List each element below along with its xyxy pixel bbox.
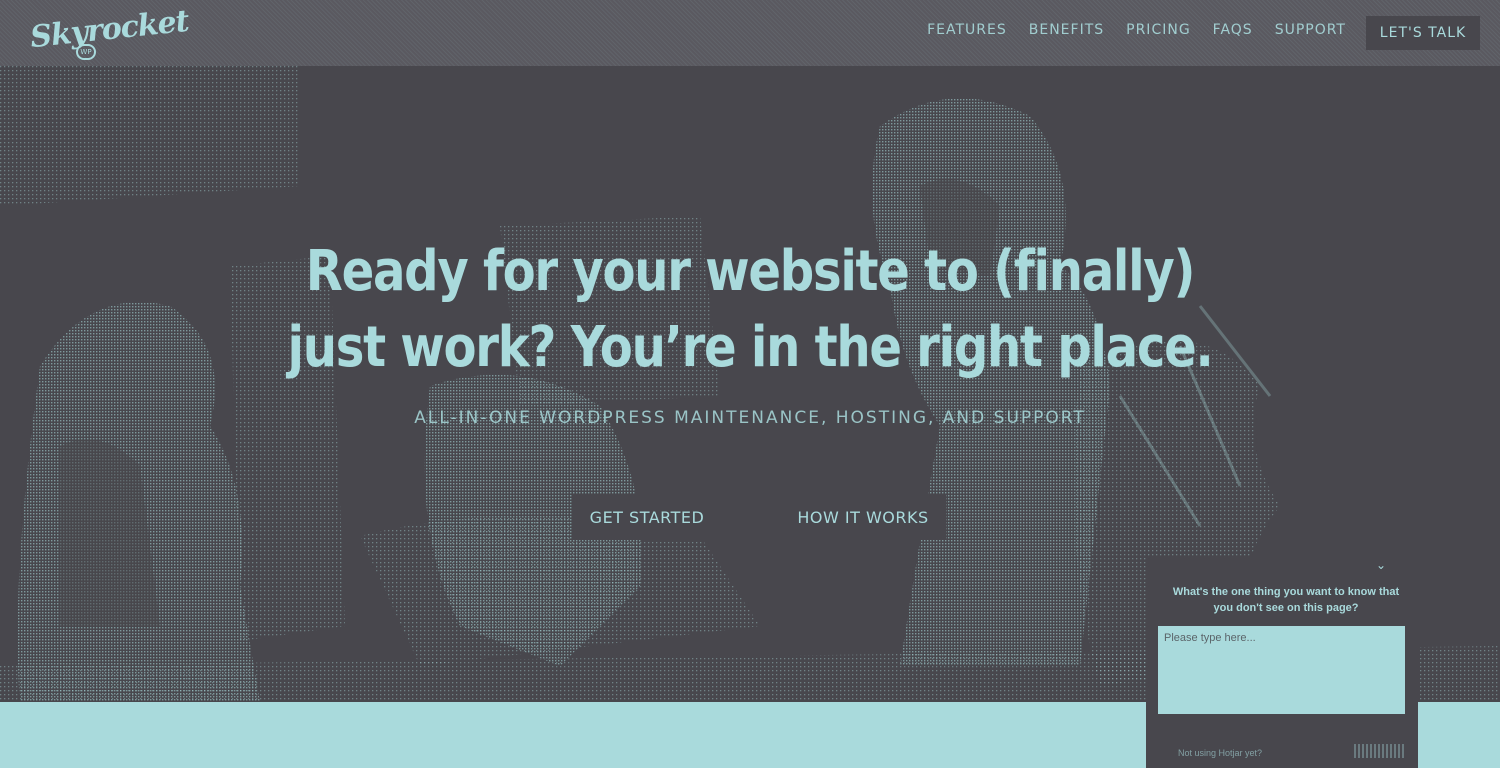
get-started-button[interactable]: GET STARTED bbox=[572, 494, 722, 540]
feedback-widget: ⌄ What's the one thing you want to know … bbox=[1146, 556, 1418, 768]
lets-talk-button[interactable]: LET'S TALK bbox=[1366, 16, 1480, 50]
feedback-footer-link[interactable]: Not using Hotjar yet? bbox=[1178, 748, 1262, 758]
nav-features[interactable]: FEATURES bbox=[927, 22, 1007, 38]
nav-benefits[interactable]: BENEFITS bbox=[1029, 22, 1104, 38]
how-it-works-button[interactable]: HOW IT WORKS bbox=[780, 494, 946, 540]
logo[interactable]: Skyrocket WP bbox=[26, 4, 190, 62]
hero-subheadline: ALL-IN-ONE WORDPRESS MAINTENANCE, HOSTIN… bbox=[414, 408, 1086, 428]
logo-text: Skyrocket bbox=[28, 3, 191, 56]
feedback-question: What's the one thing you want to know th… bbox=[1172, 586, 1400, 614]
chevron-down-icon[interactable]: ⌄ bbox=[1376, 558, 1386, 572]
nav-support[interactable]: SUPPORT bbox=[1275, 22, 1346, 38]
nav-pricing[interactable]: PRICING bbox=[1126, 22, 1191, 38]
nav-faqs[interactable]: FAQS bbox=[1213, 22, 1253, 38]
main-nav: FEATURES BENEFITS PRICING FAQS SUPPORT bbox=[927, 22, 1346, 38]
hotjar-logo-icon bbox=[1354, 744, 1404, 758]
hero-headline: Ready for your website to (finally) just… bbox=[287, 239, 1214, 380]
feedback-input[interactable] bbox=[1158, 626, 1405, 714]
logo-badge: WP bbox=[76, 44, 96, 60]
site-header: Skyrocket WP FEATURES BENEFITS PRICING F… bbox=[0, 0, 1500, 66]
